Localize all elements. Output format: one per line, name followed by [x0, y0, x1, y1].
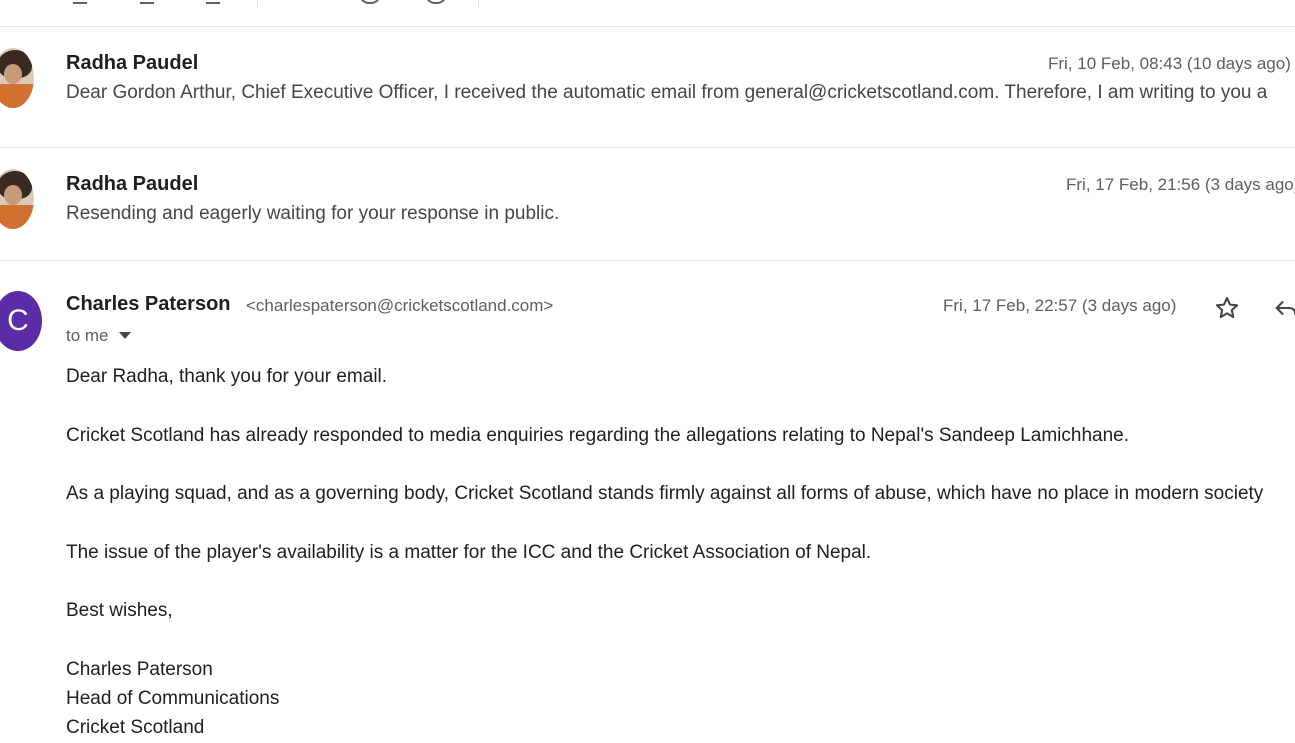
collapsed-message[interactable]: Radha Paudel Fri, 10 Feb, 08:43 (10 days… [0, 27, 1295, 148]
toolbar-divider [257, 0, 258, 6]
message-snippet: Dear Gordon Arthur, Chief Executive Offi… [66, 82, 1268, 103]
signature-title: Head of Communications [66, 688, 280, 709]
reply-icon[interactable] [1272, 294, 1295, 322]
archive-icon[interactable] [73, 0, 87, 4]
sender-email: <charlespaterson@cricketscotland.com> [246, 296, 554, 315]
message-date: Fri, 10 Feb, 08:43 (10 days ago) [1048, 54, 1291, 73]
recipient-details-toggle[interactable]: to me [66, 326, 131, 346]
report-icon[interactable] [140, 0, 154, 4]
thread-toolbar [0, 0, 1295, 27]
sender-name: Radha Paudel [66, 52, 199, 74]
signature-name: Charles Paterson [66, 659, 213, 680]
signature-organization: Cricket Scotland [66, 717, 205, 738]
avatar [0, 169, 34, 229]
chevron-down-icon[interactable] [118, 332, 131, 339]
toolbar-divider [478, 0, 479, 6]
sender-name: Charles Paterson [66, 293, 231, 315]
message-date: Fri, 17 Feb, 22:57 (3 days ago) [943, 296, 1177, 315]
body-paragraph: Dear Radha, thank you for your email. [66, 366, 388, 387]
email-thread-view: Radha Paudel Fri, 10 Feb, 08:43 (10 days… [0, 0, 1295, 743]
body-signoff: Best wishes, [66, 600, 173, 621]
to-label: to me [66, 326, 109, 345]
snooze-icon[interactable] [359, 0, 381, 4]
body-paragraph: The issue of the player's availability i… [66, 542, 872, 563]
message-snippet: Resending and eagerly waiting for your r… [66, 203, 560, 224]
body-paragraph: As a playing squad, and as a governing b… [66, 483, 1264, 504]
avatar: C [0, 291, 42, 351]
task-icon[interactable] [425, 0, 447, 4]
avatar [0, 48, 34, 108]
sender-name: Radha Paudel [66, 173, 199, 195]
delete-icon[interactable] [206, 0, 220, 4]
collapsed-message[interactable]: Radha Paudel Fri, 17 Feb, 21:56 (3 days … [0, 140, 1295, 261]
message-date: Fri, 17 Feb, 21:56 (3 days ago) [1066, 175, 1295, 194]
body-paragraph: Cricket Scotland has already responded t… [66, 425, 1130, 446]
star-icon[interactable] [1213, 294, 1241, 322]
